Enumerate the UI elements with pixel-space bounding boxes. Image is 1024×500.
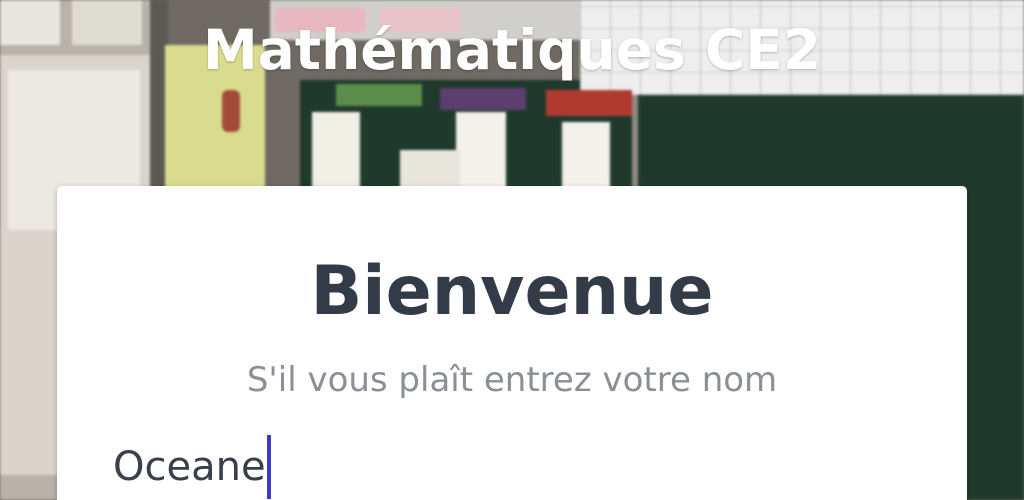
- name-input[interactable]: Oceane: [113, 432, 913, 500]
- welcome-heading: Bienvenue: [310, 252, 714, 331]
- name-input-value[interactable]: Oceane: [113, 442, 266, 492]
- app-screen: Mathématiques CE2 Bienvenue S'il vous pl…: [0, 0, 1024, 500]
- name-prompt: S'il vous plaît entrez votre nom: [246, 360, 778, 400]
- welcome-card: Bienvenue S'il vous plaît entrez votre n…: [57, 186, 967, 500]
- app-title: Mathématiques CE2: [202, 18, 822, 82]
- text-caret: [266, 435, 271, 499]
